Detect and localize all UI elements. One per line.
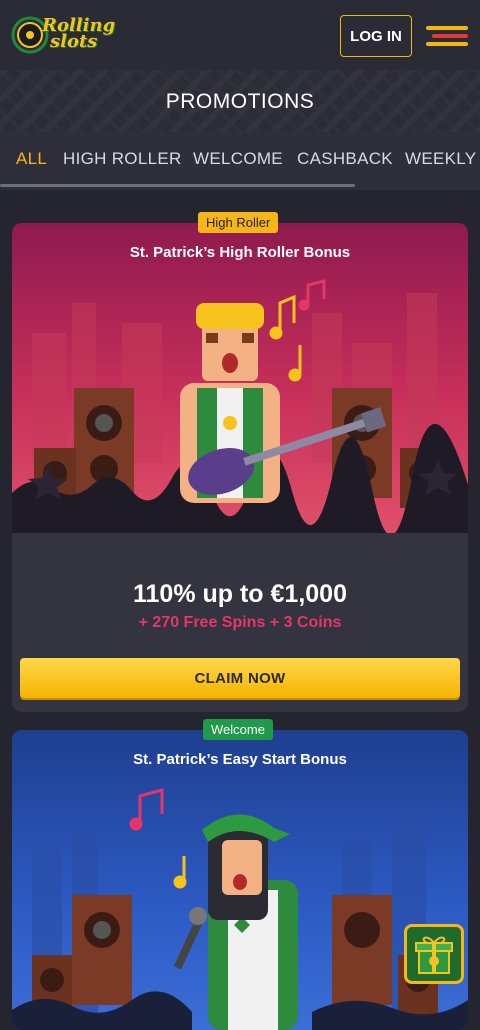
badge-welcome: Welcome	[203, 719, 273, 740]
promo-amount: 110% up to €1,000	[132, 580, 347, 608]
tab-high-roller[interactable]: HIGH ROLLER	[63, 149, 182, 169]
tab-all[interactable]: ALL	[16, 149, 47, 169]
guitarist-illustration	[12, 223, 468, 533]
header: Rolling slots LOG IN	[0, 0, 480, 70]
promo-tabs: ALL HIGH ROLLER WELCOME CASHBACK WEEKLY	[0, 132, 480, 190]
promo-extras: + 270 Free Spins + 3 Coins	[138, 614, 342, 631]
login-button[interactable]: LOG IN	[340, 15, 412, 57]
claim-now-button[interactable]: CLAIM NOW	[20, 658, 460, 698]
rolling-slots-logo[interactable]: Rolling slots	[10, 10, 120, 60]
hamburger-menu-icon[interactable]	[426, 24, 470, 48]
page-title: PROMOTIONS	[165, 90, 315, 113]
promo-card-welcome: St. Patrick’s Easy Start Bonus	[12, 730, 468, 1030]
tab-weekly[interactable]: WEEKLY	[405, 149, 476, 169]
tabs-scrollbar[interactable]	[0, 184, 355, 187]
singer-illustration	[12, 730, 468, 1030]
tab-welcome[interactable]: WELCOME	[193, 149, 283, 169]
promo-card-high-roller: St. Patrick’s High Roller Bonus 110% up …	[12, 223, 468, 712]
tab-cashback[interactable]: CASHBACK	[297, 149, 393, 169]
promo-title: St. Patrick’s High Roller Bonus	[129, 244, 351, 261]
logo-text: Rolling slots	[42, 15, 116, 52]
promotions-banner: PROMOTIONS	[0, 70, 480, 132]
badge-high-roller: High Roller	[198, 212, 279, 233]
gift-icon[interactable]	[404, 924, 464, 984]
promo-title: St. Patrick’s Easy Start Bonus	[133, 751, 347, 768]
